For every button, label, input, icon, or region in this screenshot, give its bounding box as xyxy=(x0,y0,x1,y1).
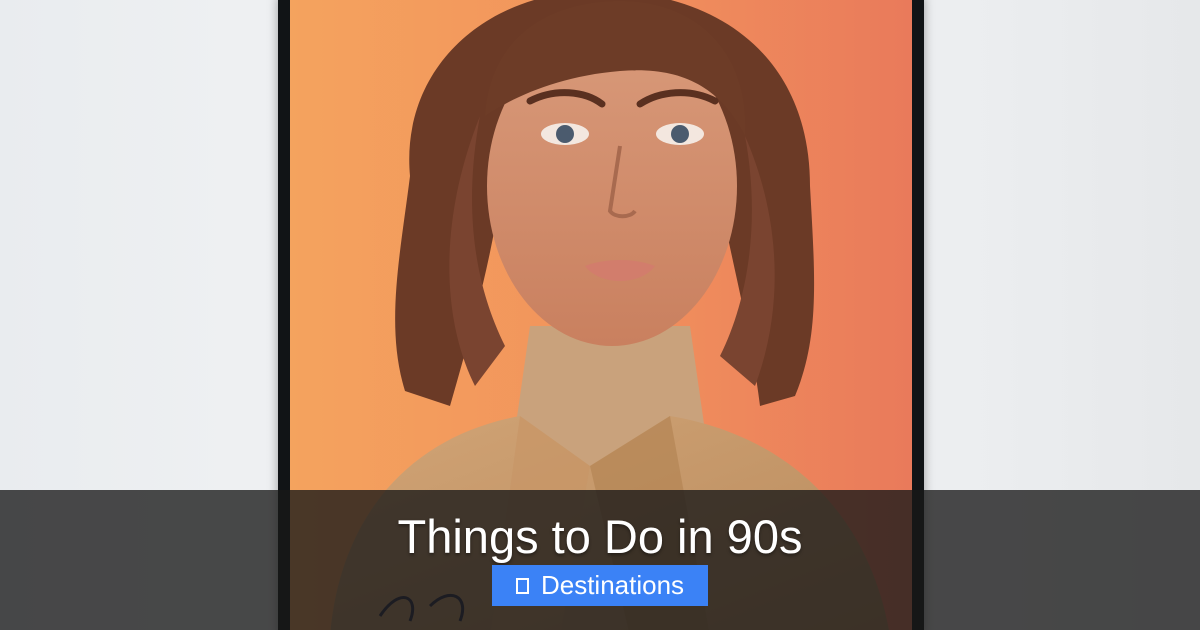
square-icon xyxy=(515,577,529,594)
category-badge[interactable]: Destinations xyxy=(492,565,708,606)
hero-banner: Things to Do in 90s Destinations xyxy=(0,0,1200,630)
category-label: Destinations xyxy=(540,570,685,600)
page-title: Things to Do in 90s xyxy=(397,510,803,563)
